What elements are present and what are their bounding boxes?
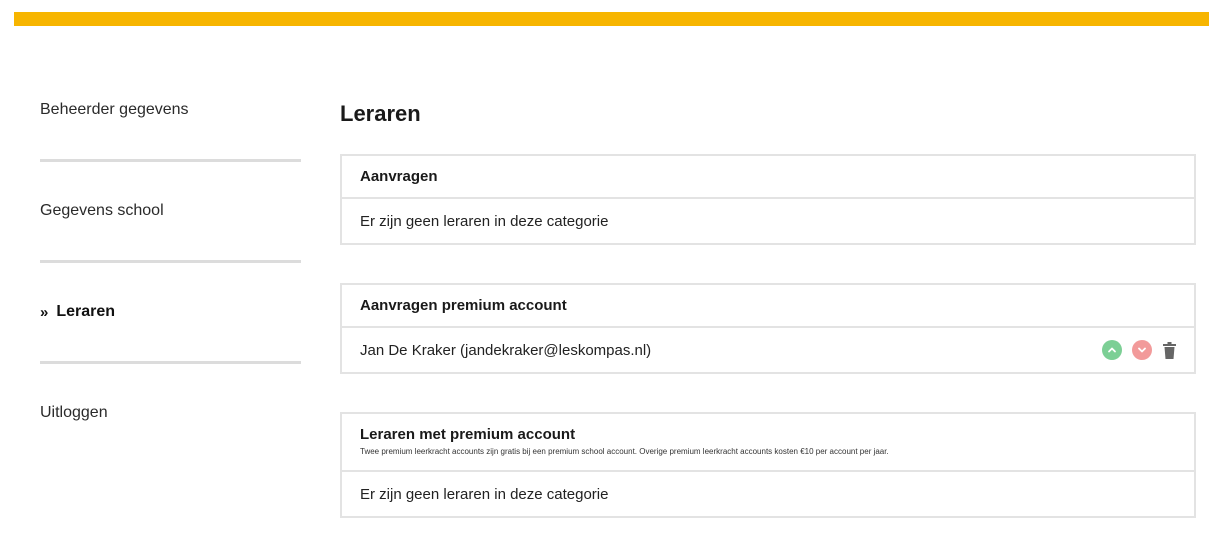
panel-aanvragen-premium-account: Aanvragen premium account Jan De Kraker …	[340, 283, 1196, 374]
trash-icon	[1162, 341, 1176, 359]
sidebar-divider	[40, 361, 301, 364]
sidebar-item-gegevens-school[interactable]: Gegevens school	[40, 191, 301, 231]
reject-button[interactable]	[1132, 340, 1152, 360]
panel-aanvragen: Aanvragen Er zijn geen leraren in deze c…	[340, 154, 1196, 245]
sidebar-divider	[40, 260, 301, 263]
chevron-down-icon	[1138, 347, 1146, 353]
chevron-up-icon	[1108, 347, 1116, 353]
main-content: Leraren Aanvragen Er zijn geen leraren i…	[340, 96, 1196, 556]
panel-header: Aanvragen premium account	[342, 285, 1194, 328]
panel-title: Aanvragen premium account	[360, 297, 567, 314]
list-item: Er zijn geen leraren in deze categorie	[342, 472, 1194, 516]
accent-top-bar	[14, 12, 1209, 26]
approve-button[interactable]	[1102, 340, 1122, 360]
sidebar-divider	[40, 159, 301, 162]
sidebar-item-beheerder-gegevens[interactable]: Beheerder gegevens	[40, 90, 301, 130]
list-item: Jan De Kraker (jandekraker@leskompas.nl)	[342, 328, 1194, 372]
panel-leraren-met-premium-account: Leraren met premium account Twee premium…	[340, 412, 1196, 518]
sidebar-item-uitloggen[interactable]: Uitloggen	[40, 393, 301, 433]
row-actions	[1102, 340, 1176, 360]
sidebar-item-label: Uitloggen	[40, 404, 108, 421]
double-chevron-right-icon: »	[40, 303, 49, 321]
empty-message: Er zijn geen leraren in deze categorie	[360, 485, 609, 503]
sidebar-nav: Beheerder gegevens Gegevens school » Ler…	[40, 90, 301, 433]
panel-title: Leraren met premium account	[360, 426, 576, 443]
panel-header: Leraren met premium account Twee premium…	[342, 414, 1194, 472]
teacher-name: Jan De Kraker (jandekraker@leskompas.nl)	[360, 341, 652, 359]
sidebar-item-leraren[interactable]: » Leraren	[40, 292, 301, 332]
sidebar-item-label: Leraren	[56, 303, 116, 320]
delete-button[interactable]	[1162, 341, 1176, 359]
empty-message: Er zijn geen leraren in deze categorie	[360, 212, 609, 230]
sidebar-item-label: Gegevens school	[40, 202, 164, 219]
panel-title: Aanvragen	[360, 168, 438, 185]
list-item: Er zijn geen leraren in deze categorie	[342, 199, 1194, 243]
panel-header: Aanvragen	[342, 156, 1194, 199]
page-title: Leraren	[340, 101, 421, 126]
sidebar-item-label: Beheerder gegevens	[40, 101, 189, 118]
panel-note: Twee premium leerkracht accounts zijn gr…	[360, 447, 889, 456]
